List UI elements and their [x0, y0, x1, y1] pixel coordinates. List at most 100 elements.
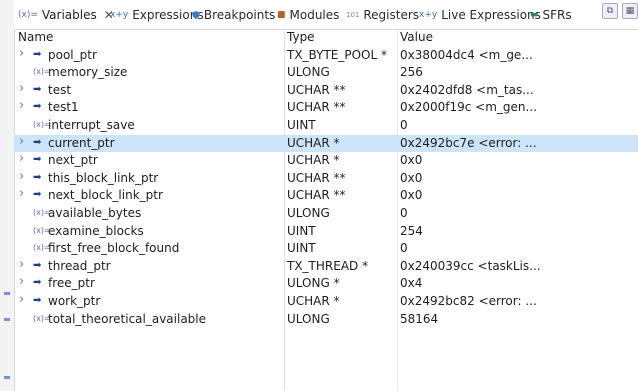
expand-chevron-icon[interactable]: ›	[19, 292, 24, 307]
expressions-icon: x+y	[110, 9, 129, 20]
header-value[interactable]: Value	[400, 30, 433, 44]
pointer-variable-icon: ➡	[33, 171, 42, 183]
cell-name: thread_ptr	[48, 258, 111, 273]
cell-name: next_ptr	[48, 153, 98, 168]
cell-type: ULONG *	[287, 276, 340, 291]
cell-name: current_ptr	[48, 135, 115, 150]
left-gutter	[0, 0, 15, 391]
tab-registers[interactable]: 101 Registers	[346, 0, 419, 29]
table-row[interactable]: › ➡ test UCHAR ** 0x2402dfd8 <m_tas...	[14, 81, 638, 100]
table-row[interactable]: › ➡ next_ptr UCHAR * 0x0	[14, 151, 638, 170]
cell-type: UCHAR **	[287, 188, 346, 203]
cell-value: 0x2492bc7e <error: ...	[400, 135, 537, 150]
cell-value: 58164	[400, 311, 439, 326]
cell-value: 0x2000f19c <m_gen...	[400, 100, 537, 115]
table-row[interactable]: › ➡ free_ptr ULONG * 0x4	[14, 274, 638, 293]
cell-value: 0x4	[400, 276, 423, 291]
live-expressions-icon: x+y	[419, 9, 438, 20]
cell-value: 0x38004dc4 <m_ge...	[400, 47, 533, 62]
cell-type: UCHAR **	[287, 170, 346, 185]
expand-chevron-icon[interactable]: ›	[19, 186, 24, 201]
table-row[interactable]: (x)= memory_size ULONG 256	[14, 64, 638, 82]
table-row[interactable]: › ➡ this_block_link_ptr UCHAR ** 0x0	[14, 169, 638, 188]
gutter-marker	[4, 318, 10, 321]
table-row[interactable]: › ➡ current_ptr UCHAR * 0x2492bc7e <error: .…	[14, 134, 638, 153]
tab-live-expressions[interactable]: x+y Live Expressions	[419, 0, 541, 29]
table-row[interactable]: (x)= total_theoretical_available ULONG 5816…	[14, 311, 638, 329]
table-row[interactable]: › ➡ pool_ptr TX_BYTE_POOL * 0x38004dc4 <m_ge…	[14, 46, 638, 65]
table-row[interactable]: › ➡ thread_ptr TX_THREAD * 0x240039cc <taskL…	[14, 257, 638, 276]
collapse-all-icon[interactable]: ⧉	[602, 3, 618, 19]
expand-chevron-icon[interactable]: ›	[19, 46, 24, 61]
pointer-variable-icon: ➡	[33, 259, 42, 271]
cell-type: UCHAR **	[287, 82, 346, 97]
cell-value: 0x0	[400, 153, 423, 168]
cell-name: examine_blocks	[48, 223, 144, 238]
tab-variables[interactable]: (x)= Variables ✕	[18, 0, 114, 29]
breakpoints-icon: ●	[192, 9, 200, 20]
cell-type: TX_THREAD *	[287, 258, 369, 273]
view-toolbar: ⧉ ▦	[602, 3, 638, 19]
tab-label: Live Expressions	[441, 7, 541, 22]
cell-value: 0x2492bc82 <error: ...	[400, 293, 537, 308]
view-tab-bar: (x)= Variables ✕ x+y Expressions ● Break…	[14, 0, 638, 30]
cell-type: UINT	[287, 241, 316, 256]
pointer-variable-icon: ➡	[33, 277, 42, 289]
cell-name: first_free_block_found	[48, 241, 180, 256]
expand-chevron-icon[interactable]: ›	[19, 151, 24, 166]
pointer-variable-icon: ➡	[33, 101, 42, 113]
cell-type: ULONG	[287, 205, 330, 220]
pointer-variable-icon: ➡	[33, 154, 42, 166]
table-row[interactable]: (x)= available_bytes ULONG 0	[14, 205, 638, 223]
tab-modules[interactable]: ■ Modules	[277, 0, 339, 29]
pointer-variable-icon: ➡	[33, 48, 42, 60]
cell-name: total_theoretical_available	[48, 311, 207, 326]
cell-value: 0x0	[400, 170, 423, 185]
cell-name: this_block_link_ptr	[48, 170, 159, 185]
cell-type: UCHAR **	[287, 100, 346, 115]
cell-name: test	[48, 82, 72, 97]
sfrs-icon: ▬	[530, 9, 539, 20]
expand-chevron-icon[interactable]: ›	[19, 257, 24, 272]
cell-value: 0x0	[400, 188, 423, 203]
tab-label: Registers	[363, 7, 420, 22]
expand-chevron-icon[interactable]: ›	[19, 169, 24, 184]
tab-label: Breakpoints	[203, 7, 276, 22]
cell-name: work_ptr	[48, 293, 101, 308]
cell-type: ULONG	[287, 311, 330, 326]
header-type[interactable]: Type	[287, 30, 315, 44]
cell-type: ULONG	[287, 65, 330, 80]
cell-value: 254	[400, 223, 423, 238]
tab-label: Modules	[289, 7, 340, 22]
variables-icon: (x)=	[18, 9, 38, 20]
expand-chevron-icon[interactable]: ›	[19, 81, 24, 96]
tab-sfrs[interactable]: ▬ SFRs	[530, 0, 572, 29]
cell-name: interrupt_save	[48, 117, 135, 132]
header-name[interactable]: Name	[18, 30, 53, 44]
tab-expressions[interactable]: x+y Expressions	[110, 0, 204, 29]
pointer-variable-icon: ➡	[33, 83, 42, 95]
expand-chevron-icon[interactable]: ›	[19, 134, 24, 149]
cell-value: 0	[400, 205, 408, 220]
layout-icon[interactable]: ▦	[622, 3, 638, 19]
cell-name: free_ptr	[48, 276, 95, 291]
cell-type: UINT	[287, 117, 316, 132]
table-row[interactable]: › ➡ test1 UCHAR ** 0x2000f19c <m_gen...	[14, 98, 638, 117]
tab-breakpoints[interactable]: ● Breakpoints	[192, 0, 275, 29]
table-header: Name Type Value	[14, 29, 638, 46]
cell-name: memory_size	[48, 65, 128, 80]
table-row[interactable]: (x)= first_free_block_found UINT 0	[14, 240, 638, 258]
gutter-marker	[4, 376, 10, 379]
table-row[interactable]: › ➡ next_block_link_ptr UCHAR ** 0x0	[14, 186, 638, 205]
cell-type: UCHAR *	[287, 135, 340, 150]
cell-name: pool_ptr	[48, 47, 97, 62]
cell-value: 0	[400, 117, 408, 132]
table-row[interactable]: › ➡ work_ptr UCHAR * 0x2492bc82 <error: ...	[14, 292, 638, 311]
table-row[interactable]: (x)= examine_blocks UINT 254	[14, 223, 638, 241]
cell-value: 0	[400, 241, 408, 256]
registers-icon: 101	[346, 10, 360, 19]
table-row[interactable]: (x)= interrupt_save UINT 0	[14, 117, 638, 135]
expand-chevron-icon[interactable]: ›	[19, 274, 24, 289]
cell-type: UINT	[287, 223, 316, 238]
expand-chevron-icon[interactable]: ›	[19, 98, 24, 113]
